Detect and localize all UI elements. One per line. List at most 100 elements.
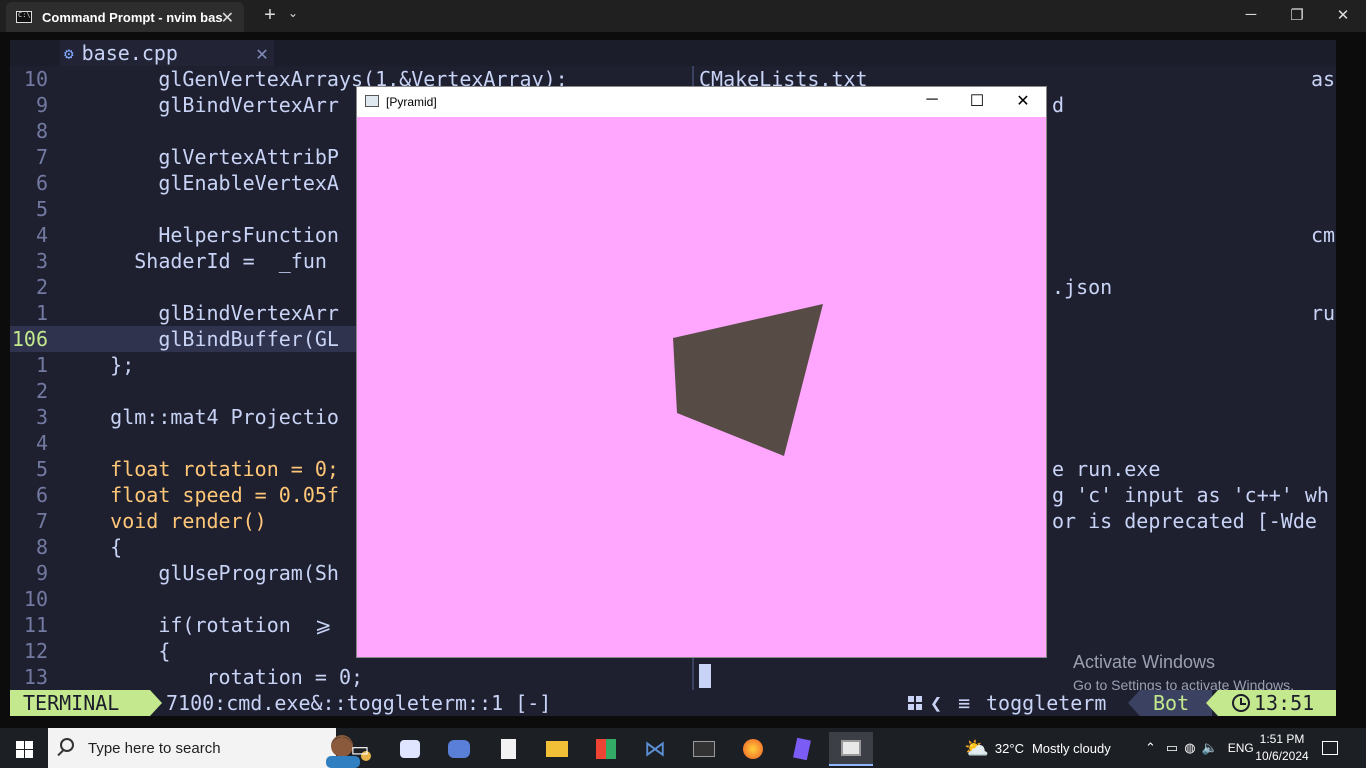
line-number: 1 <box>35 301 48 325</box>
discord-icon[interactable] <box>437 732 481 766</box>
chevron-left-icon: ❮ <box>930 691 943 715</box>
minimize-button[interactable]: ─ <box>1228 6 1274 23</box>
buffer-tab-label: base.cpp <box>81 41 178 65</box>
terminal-line-fragment: e run.exe <box>1052 457 1161 481</box>
network-icon[interactable]: ◍ <box>1184 740 1195 756</box>
line-text: glVertexAttribP <box>62 145 339 169</box>
task-view-icon[interactable]: ▭ <box>338 732 382 766</box>
terminal-titlebar: Command Prompt - nvim bas ✕ + ⌄ ─ ❐ ✕ <box>0 0 1366 32</box>
line-text: }; <box>62 353 135 377</box>
vscode-icon[interactable]: ⋈ <box>633 732 677 766</box>
line-text: glm::mat4 Projectio <box>62 405 339 429</box>
clock-time: 1:51 PM <box>1259 732 1305 746</box>
file-explorer-icon[interactable] <box>535 732 579 766</box>
buffer-close-icon[interactable]: ✕ <box>256 41 268 65</box>
messenger-icon[interactable] <box>388 732 432 766</box>
pyramid-titlebar[interactable]: [Pyramid] ─ ☐ ✕ <box>357 87 1046 117</box>
lines-icon: ≡ <box>958 691 971 715</box>
line-text: glEnableVertexA <box>62 171 339 195</box>
status-time: 13:51 <box>1218 690 1336 716</box>
terminal-cursor <box>699 664 711 688</box>
taskbar-clock[interactable]: 1:51 PM 10/6/2024 <box>1246 731 1318 765</box>
pyramid-close-button[interactable]: ✕ <box>1008 91 1038 111</box>
battery-icon[interactable]: ▭ <box>1166 740 1178 756</box>
weather-text: Mostly cloudy <box>1031 740 1111 756</box>
status-buffer-name: 7100:cmd.exe&::toggleterm::1 [-] <box>166 691 552 715</box>
line-number: 11 <box>23 613 48 637</box>
line-number: 4 <box>35 431 48 455</box>
line-number: 9 <box>35 561 48 585</box>
line-number: 6 <box>35 483 48 507</box>
bufferline: ⚙ base.cpp ✕ <box>10 40 1336 66</box>
restore-button[interactable]: ❐ <box>1274 6 1320 24</box>
line-text: { <box>62 535 123 559</box>
new-tab-button[interactable]: + <box>258 4 282 27</box>
search-icon <box>60 738 74 752</box>
terminal-icon[interactable] <box>682 732 726 766</box>
firefox-icon[interactable] <box>731 732 775 766</box>
weather-widget[interactable]: ⛅ 32°C Mostly cloudy <box>964 728 1111 768</box>
render-canvas[interactable] <box>357 117 1046 657</box>
line-number: 8 <box>35 535 48 559</box>
tab-title: Command Prompt - nvim bas <box>42 9 223 25</box>
cloud-sun-icon: ⛅ <box>964 737 989 760</box>
search-box[interactable]: Type here to search <box>48 728 371 768</box>
window-app-icon[interactable] <box>829 732 873 766</box>
status-position: Bot <box>1140 690 1212 716</box>
line-text: float speed = 0.05f <box>62 483 339 507</box>
line-text: rotation = 0; <box>62 665 364 689</box>
line-number: 3 <box>35 249 48 273</box>
tab-close-icon[interactable]: ✕ <box>221 8 234 28</box>
code-line[interactable]: 13 rotation = 0; <box>10 664 690 690</box>
close-button[interactable]: ✕ <box>1320 6 1366 24</box>
mode-indicator: TERMINAL <box>10 690 150 716</box>
buffer-tab-base-cpp[interactable]: ⚙ base.cpp ✕ <box>60 40 274 66</box>
terminal-line-fragment: as <box>1311 67 1336 91</box>
notification-icon[interactable] <box>1322 728 1338 768</box>
watermark-subtitle: Go to Settings to activate Windows. <box>1073 677 1294 690</box>
line-number: 2 <box>35 275 48 299</box>
watermark-title: Activate Windows <box>1073 652 1216 672</box>
chevron-down-icon[interactable]: ⌄ <box>288 6 298 20</box>
mode-separator <box>150 690 162 716</box>
start-button[interactable] <box>0 728 48 768</box>
status-filetype: toggleterm <box>986 691 1107 715</box>
search-placeholder: Type here to search <box>88 740 221 757</box>
taskbar: Type here to search ▭ ⋈ ⛅ 32°C Mostly cl… <box>0 728 1366 768</box>
terminal-line-fragment: ru <box>1311 301 1336 325</box>
activate-windows-watermark: Activate Windows Go to Settings to activ… <box>1073 652 1294 690</box>
pyramid-window[interactable]: [Pyramid] ─ ☐ ✕ <box>357 87 1046 657</box>
obsidian-icon[interactable] <box>780 732 824 766</box>
tray-icons[interactable]: ⌃ ▭ ◍ 🔈 ENG <box>1145 728 1254 768</box>
pyramid-minimize-button[interactable]: ─ <box>917 91 947 109</box>
line-number: 8 <box>35 119 48 143</box>
file-icon[interactable] <box>486 732 530 766</box>
app-window-icon <box>365 95 379 107</box>
line-number: 12 <box>23 639 48 663</box>
line-number: 3 <box>35 405 48 429</box>
line-number: 13 <box>23 665 48 689</box>
terminal-tab[interactable]: Command Prompt - nvim bas ✕ <box>6 2 244 32</box>
line-number: 7 <box>35 145 48 169</box>
volume-icon[interactable]: 🔈 <box>1202 740 1218 756</box>
line-number: 106 <box>11 327 48 351</box>
terminal-line-fragment: .json <box>1052 275 1113 299</box>
cmd-icon <box>16 11 32 23</box>
status-time-text: 13:51 <box>1254 691 1315 715</box>
windows-icon <box>908 696 922 710</box>
line-text: glBindBuffer(GL <box>62 327 339 351</box>
position-separator <box>1128 690 1140 716</box>
terminal-line-fragment: d <box>1052 93 1065 117</box>
weather-temp: 32°C <box>994 740 1024 756</box>
pyramid-maximize-button[interactable]: ☐ <box>962 91 992 111</box>
line-text: ShaderId = _fun <box>62 249 327 273</box>
clock-date: 10/6/2024 <box>1255 749 1309 763</box>
office-icon[interactable] <box>584 732 628 766</box>
chevron-up-icon[interactable]: ⌃ <box>1145 740 1156 756</box>
line-text: float rotation = 0; <box>62 457 339 481</box>
line-text: if(rotation ⩾ <box>62 613 332 637</box>
line-number: 2 <box>35 379 48 403</box>
line-number: 1 <box>35 353 48 377</box>
terminal-line-fragment: or is deprecated [-Wde <box>1052 509 1317 533</box>
clock-icon <box>1232 694 1250 712</box>
